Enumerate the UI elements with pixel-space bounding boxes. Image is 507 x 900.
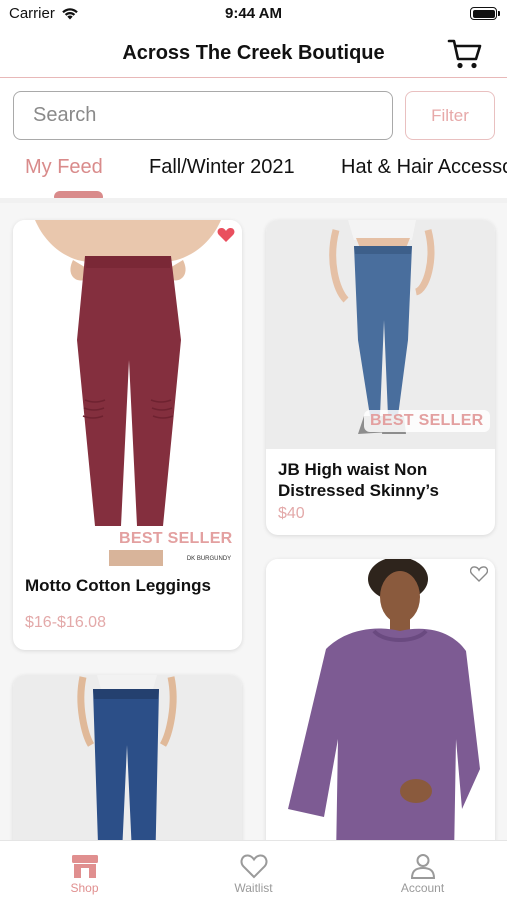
product-price: $16-$16.08	[25, 614, 106, 631]
heart-icon	[240, 854, 267, 879]
tab-my-feed[interactable]: My Feed	[25, 156, 103, 179]
product-image: DK BURGUNDY BEST SELLER	[13, 220, 242, 566]
product-price: $40	[278, 505, 305, 522]
tab-shop-label: Shop	[70, 881, 99, 895]
sweater-image	[288, 559, 480, 840]
product-card[interactable]: DK BURGUNDY BEST SELLER Motto Cotton Leg…	[13, 220, 242, 650]
status-time: 9:44 AM	[225, 5, 282, 22]
leggings-image: DK BURGUNDY	[35, 220, 231, 566]
tab-account-label: Account	[400, 881, 445, 895]
tab-shop[interactable]: Shop	[0, 841, 169, 900]
favorite-heart-icon[interactable]	[470, 566, 488, 582]
product-name: JB High waist Non Distressed Skinny’s	[278, 460, 439, 500]
store-icon	[71, 855, 98, 878]
product-feed[interactable]: DK BURGUNDY BEST SELLER Motto Cotton Leg…	[0, 203, 507, 840]
store-title: Across The Creek Boutique	[122, 42, 385, 64]
filter-button[interactable]: Filter	[405, 91, 495, 140]
product-name: Motto Cotton Leggings	[25, 576, 212, 595]
color-tag-label: DK BURGUNDY	[187, 556, 231, 562]
cart-icon[interactable]	[447, 37, 483, 71]
nav-bar: Across The Creek Boutique	[0, 30, 507, 78]
battery-icon	[470, 7, 500, 20]
status-bar: Carrier 9:44 AM	[0, 0, 507, 30]
product-image	[266, 559, 495, 840]
search-row: Filter	[13, 91, 495, 141]
tab-hat-hair-accessories[interactable]: Hat & Hair Accesso	[341, 156, 507, 179]
best-seller-badge: BEST SELLER	[364, 410, 490, 432]
product-card[interactable]	[266, 559, 495, 840]
product-card[interactable]: BEST SELLER JB High waist Non Distressed…	[266, 220, 495, 535]
person-icon	[410, 854, 435, 879]
product-image: BEST SELLER	[266, 220, 495, 449]
best-seller-badge: BEST SELLER	[119, 530, 233, 547]
tab-waitlist[interactable]: Waitlist	[169, 841, 338, 900]
category-tabs: My Feed Fall/Winter 2021 Hat & Hair Acce…	[0, 146, 507, 200]
search-input[interactable]	[13, 91, 393, 140]
product-card[interactable]	[13, 675, 242, 840]
favorite-heart-icon[interactable]	[217, 227, 235, 243]
tab-account[interactable]: Account	[338, 841, 507, 900]
product-image	[13, 675, 242, 840]
bottom-tab-bar: Shop Waitlist Account	[0, 840, 507, 900]
tab-waitlist-label: Waitlist	[234, 881, 273, 895]
jeans-image	[77, 675, 177, 840]
tab-fall-winter-2021[interactable]: Fall/Winter 2021	[149, 156, 295, 179]
